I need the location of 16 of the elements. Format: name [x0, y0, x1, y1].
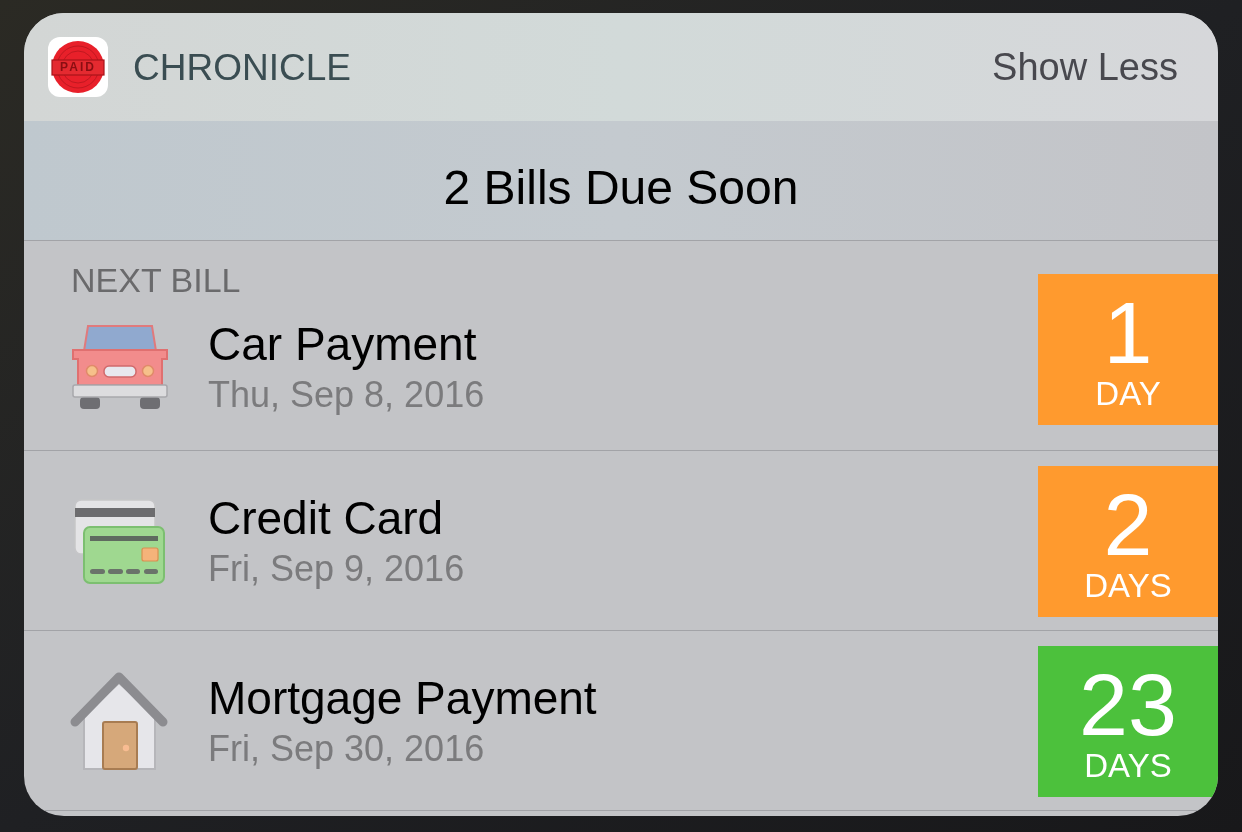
days-unit: DAY	[1095, 377, 1161, 410]
bill-name: Credit Card	[208, 494, 444, 541]
show-less-button[interactable]: Show Less	[992, 48, 1178, 86]
days-count: 23	[1079, 661, 1177, 749]
bill-due-date: Fri, Sep 9, 2016	[208, 550, 465, 587]
bill-due-date: Thu, Sep 8, 2016	[208, 377, 485, 413]
days-unit: DAYS	[1084, 749, 1172, 782]
summary-title: 2 Bills Due Soon	[443, 164, 799, 212]
car-icon	[72, 325, 168, 409]
days-count: 1	[1103, 289, 1153, 377]
days-unit: DAYS	[1084, 569, 1172, 602]
app-name: CHRONICLE	[133, 48, 351, 86]
seal-label: PAID	[60, 61, 96, 73]
days-count: 2	[1103, 481, 1153, 569]
section-label: NEXT BILL	[71, 263, 241, 297]
bill-due-date: Fri, Sep 30, 2016	[208, 730, 485, 767]
